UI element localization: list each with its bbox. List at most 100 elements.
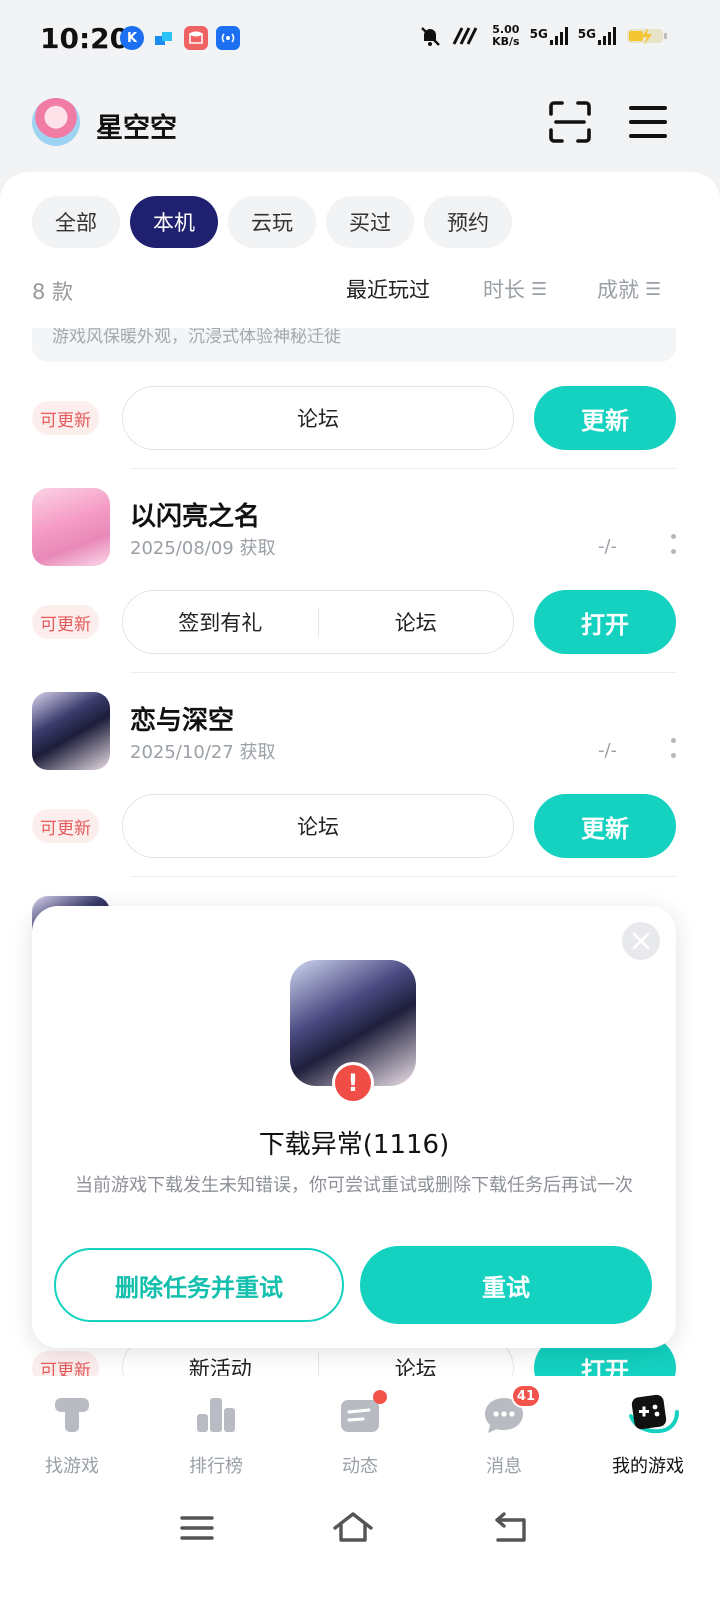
update-available-badge: 可更新 [32,605,99,639]
tab-label: 消息 [486,1456,522,1477]
back-icon [495,1512,526,1542]
menu-lines-icon [180,1516,214,1540]
tab-ranking[interactable]: 排行榜 [144,1376,288,1488]
sort-duration[interactable]: 时长 ☰ [483,274,547,304]
mute-bell-icon [421,27,440,46]
game-actions-row: 可更新 论坛 更新 [32,386,676,450]
system-navigation-bar [0,1488,720,1600]
signal-bars-icon [549,27,568,45]
tab-my-games[interactable]: 我的游戏 [576,1376,720,1488]
game-name: 恋与深空 [130,706,235,736]
sort-order-icon: ☰ [645,278,662,300]
status-time: 10:20 [40,22,130,55]
scan-icon [549,101,591,143]
retry-button[interactable]: 重试 [360,1246,652,1324]
back-button[interactable] [492,1508,532,1548]
sort-recent[interactable]: 最近玩过 [346,274,430,304]
game-count: 8 款 [32,280,74,304]
close-icon [632,932,650,950]
avatar[interactable] [32,98,80,146]
delete-and-retry-button[interactable]: 删除任务并重试 [54,1248,344,1322]
filter-reserved[interactable]: 预约 [424,196,512,248]
ranking-icon [193,1392,239,1438]
game-acquired-date: 2025/08/09 获取 [130,538,276,559]
checkin-gift-button[interactable]: 签到有礼 [123,607,318,637]
game-description: 游戏风保暖外观，沉浸式体验神秘迁徙 [32,328,676,362]
divider [130,672,676,673]
update-available-badge: 可更新 [32,401,99,435]
quick-links: 签到有礼 论坛 [122,590,514,654]
error-exclamation-icon: ! [332,1062,374,1104]
notification-dot [373,1390,387,1404]
username[interactable]: 星空空 [96,106,177,145]
more-options-icon[interactable] [670,534,676,554]
open-button[interactable]: 打开 [534,590,676,654]
home-icon [333,1512,373,1542]
recent-apps-button[interactable] [178,1508,218,1548]
gamepad-icon [625,1392,679,1438]
update-available-badge: 可更新 [32,809,99,843]
tab-label: 动态 [342,1456,378,1477]
update-button[interactable]: 更新 [534,794,676,858]
tab-label: 我的游戏 [612,1456,684,1477]
scan-button[interactable] [548,100,592,144]
tab-label: 排行榜 [189,1456,243,1477]
game-name: 以闪亮之名 [130,502,261,532]
signal-bars-icon [598,27,616,45]
tab-feed[interactable]: 动态 [288,1376,432,1488]
broadcast-app-icon [216,26,240,50]
game-item[interactable]: 以闪亮之名 2025/08/09 获取 -/- [32,488,676,568]
feed-icon [337,1390,387,1438]
forum-button[interactable]: 论坛 [319,607,514,637]
filter-purchased[interactable]: 买过 [326,196,414,248]
status-bar: 10:20 K 5.00 KB/s 5G 5G [0,0,720,78]
tab-find-games[interactable]: 找游戏 [0,1376,144,1488]
sort-order-icon: ☰ [531,278,548,300]
more-options-icon[interactable] [670,738,676,758]
bottom-tab-bar: 找游戏 排行榜 动态 41 消息 我的游戏 [0,1376,720,1488]
game-icon [32,692,110,770]
unread-count-badge: 41 [510,1384,541,1408]
storage-app-icon [184,26,208,50]
filter-cloud[interactable]: 云玩 [228,196,316,248]
update-button[interactable]: 更新 [534,386,676,450]
filter-local[interactable]: 本机 [130,196,218,248]
nfc-icon [452,27,478,45]
game-actions-row: 可更新 签到有礼 论坛 打开 [32,590,676,654]
sort-achievement[interactable]: 成就 ☰ [597,274,661,304]
game-playtime: -/- [598,740,618,761]
net-speed-unit: KB/s [492,35,520,48]
home-button[interactable] [332,1508,373,1548]
quick-links: 论坛 [122,386,514,450]
status-app-icons: K [120,26,240,50]
divider [130,876,676,877]
download-error-dialog: ! 下载异常(1116) 当前游戏下载发生未知错误，你可尝试重试或删除下载任务后… [32,906,676,1348]
message-icon: 41 [481,1384,541,1438]
forum-button[interactable]: 论坛 [123,811,513,841]
game-acquired-date: 2025/10/27 获取 [130,742,276,763]
dialog-title: 下载异常(1116) [258,1130,450,1160]
dialog-message: 当前游戏下载发生未知错误，你可尝试重试或删除下载任务后再试一次 [75,1175,633,1196]
k-app-icon: K [120,26,144,50]
cloud-app-icon [152,26,176,50]
forum-button[interactable]: 论坛 [123,403,513,433]
hamburger-menu-icon [629,106,667,138]
close-button[interactable] [622,922,660,960]
menu-button[interactable] [628,102,668,142]
game-icon [32,488,110,566]
divider [130,468,676,469]
signal-1: 5G [530,27,568,45]
battery-charging-icon [627,28,667,45]
status-right: 5.00 KB/s 5G 5G [418,24,670,48]
game-actions-row: 可更新 论坛 更新 [32,794,676,858]
tab-label: 找游戏 [45,1456,99,1477]
game-item[interactable]: 恋与深空 2025/10/27 获取 -/- [32,692,676,772]
top-header: 星空空 [0,96,720,152]
quick-links: 论坛 [122,794,514,858]
tab-messages[interactable]: 41 消息 [432,1376,576,1488]
game-playtime: -/- [598,536,618,557]
filter-chips: 全部 本机 云玩 买过 预约 [32,196,512,248]
find-games-icon [49,1392,95,1438]
filter-all[interactable]: 全部 [32,196,120,248]
signal-2: 5G [578,27,616,45]
